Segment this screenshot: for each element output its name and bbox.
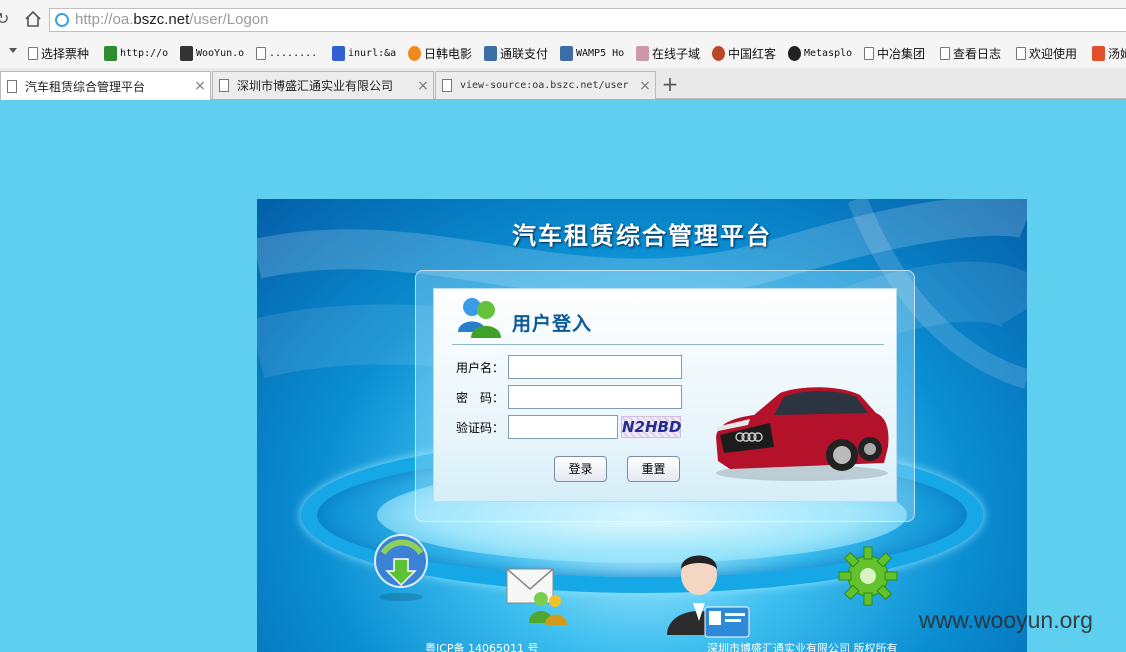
gear-icon: [104, 45, 117, 61]
captcha-image[interactable]: N2HBD: [621, 416, 681, 438]
username-label: 用户名：: [456, 361, 505, 375]
bookmark-item[interactable]: Metasplo: [788, 44, 852, 62]
icp-footer: 粤ICP备 14065011 号: [425, 642, 539, 652]
bookmark-item[interactable]: 查看日志: [940, 44, 1001, 62]
bookmark-item[interactable]: 中国红客: [712, 44, 776, 62]
tools-icon: [484, 45, 497, 61]
page-icon: [219, 79, 229, 92]
bookmark-label: http://o: [120, 47, 169, 59]
login-button[interactable]: 登录: [554, 456, 607, 482]
password-field[interactable]: [508, 385, 682, 409]
bookmark-label: Metasplo: [804, 47, 853, 59]
page-icon: [28, 46, 38, 60]
bookmark-label: 欢迎使用: [1029, 46, 1078, 61]
bookmark-label: 日韩电影: [424, 46, 473, 61]
bookmark-label: WAMP5 Ho: [576, 47, 625, 59]
globe-icon: [55, 13, 69, 27]
badge-icon: [712, 45, 725, 61]
url-path: /user/Logon: [189, 11, 269, 28]
paw-icon: [332, 45, 345, 61]
bookmark-label: WooYun.o: [196, 47, 245, 59]
username-field[interactable]: [508, 355, 682, 379]
face-icon: [636, 45, 649, 61]
bookmark-label: ........: [269, 47, 318, 59]
password-label: 密 码：: [456, 391, 505, 405]
copyright-footer: 深圳市博盛汇通实业有限公司 版权所有: [707, 642, 898, 652]
bookmark-item[interactable]: 中冶集团: [864, 44, 925, 62]
tab-title: 深圳市博盛汇通实业有限公司: [237, 79, 394, 93]
captcha-label: 验证码：: [456, 421, 505, 435]
bookmark-item[interactable]: inurl:&a: [332, 44, 396, 62]
bookmark-label: 查看日志: [953, 46, 1002, 61]
mail-users-icon: [506, 568, 567, 625]
divider: [452, 344, 884, 345]
tab-title: view-source:oa.bszc.net/user: [460, 80, 629, 91]
login-stage: 汽车租赁综合管理平台 用户登入 用户名： 密 码： 验证码： N2HBD 登录 …: [257, 199, 1027, 652]
address-bar-row: ↻ http://oa.bszc.net/user/Logon: [0, 0, 1126, 38]
gear-icon: [838, 546, 898, 606]
tab[interactable]: 深圳市博盛汇通实业有限公司 ×: [212, 71, 434, 99]
new-tab-button[interactable]: +: [657, 71, 683, 97]
bookmark-label: 汤姆: [1108, 46, 1126, 61]
url-text: http://oa.bszc.net/user/Logon: [75, 11, 268, 28]
watermark: www.wooyun.org: [919, 607, 1093, 633]
bookmarks-bar: 选择票种 http://o WooYun.o........ inurl:&a 日韩电影…: [0, 38, 1126, 68]
reset-button[interactable]: 重置: [627, 456, 680, 482]
bookmark-item[interactable]: 在线子域: [636, 44, 700, 62]
page-icon: [1016, 46, 1026, 60]
login-panel: 用户登入 用户名： 密 码： 验证码： N2HBD 登录 重置: [433, 288, 897, 502]
play-icon: [408, 45, 421, 61]
home-icon[interactable]: [23, 9, 43, 29]
close-icon[interactable]: ×: [635, 78, 655, 94]
tab-title: 汽车租赁综合管理平台: [25, 79, 146, 94]
users-icon: [458, 298, 501, 338]
tools-icon: [560, 45, 573, 61]
login-heading: 用户登入: [512, 313, 593, 335]
user-card-icon: [667, 555, 750, 638]
bookmark-label: 中冶集团: [877, 46, 926, 61]
chevron-down-icon[interactable]: [9, 48, 17, 53]
tab[interactable]: view-source:oa.bszc.net/user ×: [435, 71, 656, 99]
download-icon: [374, 534, 428, 601]
bookmark-item[interactable]: 欢迎使用: [1016, 44, 1077, 62]
url-field[interactable]: http://oa.bszc.net/user/Logon: [49, 8, 1126, 32]
page-icon: [7, 79, 17, 93]
bookmark-item[interactable]: 通联支付: [484, 44, 548, 62]
page-title: 汽车租赁综合管理平台: [512, 221, 772, 250]
refresh-icon[interactable]: ↻: [0, 9, 10, 29]
page-icon: [442, 79, 452, 92]
bookmark-label: 中国红客: [728, 46, 777, 61]
skull-icon: [788, 45, 801, 61]
car-image: [716, 387, 889, 481]
page-icon: [864, 46, 874, 60]
tab-strip: 汽车租赁综合管理平台 × 深圳市博盛汇通实业有限公司 × view-source:oa.…: [0, 68, 1126, 100]
heart-icon: [1092, 45, 1105, 61]
page-icon: [940, 46, 950, 60]
tab[interactable]: 汽车租赁综合管理平台 ×: [0, 71, 211, 100]
url-prefix: http://oa.: [75, 11, 134, 28]
bookmark-item[interactable]: WooYun.o: [180, 44, 244, 62]
page-content: 汽车租赁综合管理平台 用户登入 用户名： 密 码： 验证码： N2HBD 登录 …: [0, 100, 1126, 652]
bookmark-item[interactable]: 日韩电影: [408, 44, 472, 62]
page-icon: [256, 46, 266, 60]
captcha-field[interactable]: [508, 415, 618, 439]
bookmark-item[interactable]: WAMP5 Ho: [560, 44, 624, 62]
url-domain: bszc.net: [133, 11, 190, 28]
bookmark-label: 选择票种: [41, 46, 90, 61]
bookmark-item[interactable]: 选择票种: [28, 44, 89, 62]
bookmark-label: 通联支付: [500, 46, 549, 61]
close-icon[interactable]: ×: [413, 78, 433, 94]
close-icon[interactable]: ×: [190, 78, 210, 94]
bookmark-item[interactable]: http://o: [104, 44, 168, 62]
wooyun-icon: [180, 45, 193, 61]
bookmark-item[interactable]: ........: [256, 44, 317, 62]
bookmark-item[interactable]: 汤姆: [1092, 44, 1126, 62]
bookmark-label: inurl:&a: [348, 47, 397, 59]
bookmark-label: 在线子域: [652, 46, 701, 61]
